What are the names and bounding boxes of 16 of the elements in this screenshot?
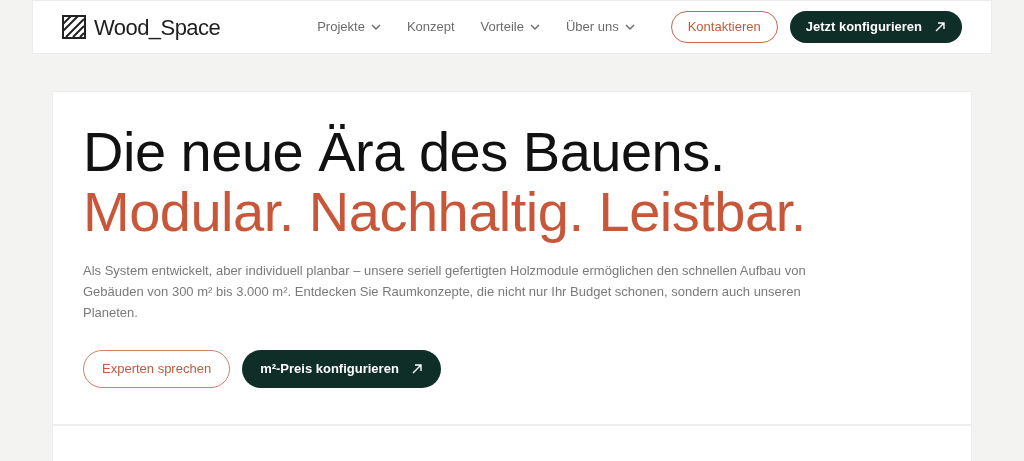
nav-link[interactable]: Konzept xyxy=(406,17,455,37)
chevron-down-icon xyxy=(370,24,381,30)
hero-headline: Die neue Ära des Bauens. xyxy=(83,122,726,182)
hero-subheadline: Modular. Nachhaltig. Leistbar. xyxy=(83,182,807,242)
arrow-icon xyxy=(934,21,946,33)
configure-price-button[interactable]: m²-Preis konfigurieren xyxy=(242,350,441,388)
chevron-down-icon xyxy=(529,24,540,30)
chevron-down-icon xyxy=(624,24,635,30)
nav-link[interactable]: Über uns xyxy=(565,17,635,37)
configure-button[interactable]: Jetzt konfigurieren xyxy=(789,11,962,43)
arrow-icon xyxy=(410,363,423,375)
nav-link[interactable]: Vorteile xyxy=(480,17,540,37)
logo-text: Wood_Space xyxy=(94,13,221,42)
hero-description: Als System entwickelt, aber individuell planbar – unsere seriell gefertigten Holzmodule ermöglichen den schnellen Aufbau von Gebäuden von 300 m² bis 3.000 m². Entdecken Sie Raumkonzepte, die nicht nur Ihr Budget schonen, sondern auch unseren Planeten. xyxy=(83,262,807,322)
nav-link[interactable]: Projekte xyxy=(317,17,381,37)
logo-icon xyxy=(62,15,86,39)
